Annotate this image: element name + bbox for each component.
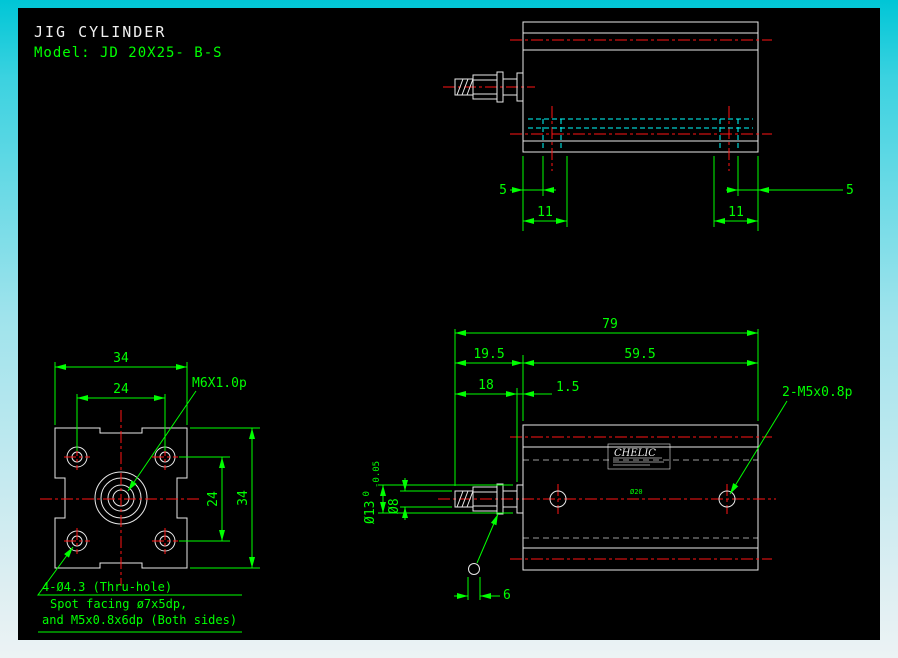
dim-34-top: 34 [113,351,129,366]
dim-59-5: 59.5 [624,347,655,362]
dim-dia8: Ø8 [387,498,402,514]
dim-6: 6 [503,588,511,603]
dim-19-5: 19.5 [473,347,504,362]
dim-79: 79 [602,317,618,332]
dim-5-right: 5 [846,183,854,198]
thru-hole-callout: 4-Ø4.3 (Thru-hole) [42,580,172,594]
brand-name: CHELIC [614,448,656,459]
note-line-2: and M5x0.8x6dp (Both sides) [42,613,237,627]
cad-canvas[interactable]: JIG CYLINDER Model: JD 20X25- B-S 5 11 1… [0,0,898,658]
note-line-1: Spot facing ø7x5dp, [50,597,187,611]
mount-thread-callout: 2-M5x0.8p [782,385,853,400]
dim-24-right: 24 [206,491,221,507]
desktop-frame: JIG CYLINDER Model: JD 20X25- B-S 5 11 1… [0,0,898,658]
bore-label: Ø20 [630,488,643,496]
dim-11-right: 11 [728,205,744,220]
dim-34-right: 34 [236,490,251,506]
drawing-model: Model: JD 20X25- B-S [34,45,223,61]
dim-24-top: 24 [113,382,129,397]
dim-18: 18 [478,378,494,393]
dim-11-left: 11 [537,205,553,220]
drawing-title: JIG CYLINDER [34,23,166,41]
dim-5-left: 5 [499,183,507,198]
thread-callout: M6X1.0p [192,376,247,391]
drawing-background [18,8,880,640]
dim-1-5: 1.5 [556,380,579,395]
